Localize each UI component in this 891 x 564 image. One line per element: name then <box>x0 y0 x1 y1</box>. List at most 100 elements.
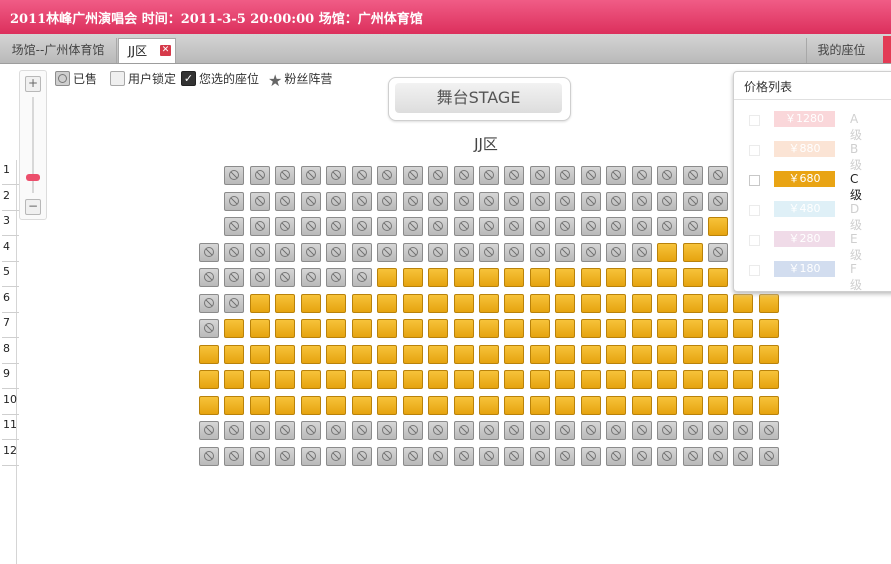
seat-available[interactable] <box>683 396 703 415</box>
seat-available[interactable] <box>657 396 677 415</box>
seat-available[interactable] <box>733 396 753 415</box>
seat-available[interactable] <box>504 294 524 313</box>
zoom-out-button[interactable]: − <box>25 199 41 215</box>
price-checkbox[interactable] <box>749 115 760 126</box>
seat-available[interactable] <box>530 396 550 415</box>
seat-available[interactable] <box>708 396 728 415</box>
seat-available[interactable] <box>683 370 703 389</box>
seat-available[interactable] <box>759 396 779 415</box>
seat-available[interactable] <box>606 294 626 313</box>
seat-available[interactable] <box>632 319 652 338</box>
seat-available[interactable] <box>454 345 474 364</box>
seat-available[interactable] <box>555 319 575 338</box>
seat-available[interactable] <box>708 217 728 236</box>
price-checkbox[interactable] <box>749 235 760 246</box>
seat-available[interactable] <box>555 345 575 364</box>
seat-available[interactable] <box>683 319 703 338</box>
seat-available[interactable] <box>479 294 499 313</box>
seat-available[interactable] <box>530 268 550 287</box>
seat-available[interactable] <box>428 345 448 364</box>
seat-available[interactable] <box>632 294 652 313</box>
seat-available[interactable] <box>683 243 703 262</box>
seat-available[interactable] <box>301 319 321 338</box>
seat-available[interactable] <box>759 294 779 313</box>
seat-available[interactable] <box>275 319 295 338</box>
seat-available[interactable] <box>657 370 677 389</box>
seat-available[interactable] <box>377 294 397 313</box>
seat-available[interactable] <box>581 345 601 364</box>
seat-available[interactable] <box>250 396 270 415</box>
seat-available[interactable] <box>275 294 295 313</box>
seat-available[interactable] <box>250 370 270 389</box>
seat-available[interactable] <box>326 396 346 415</box>
seat-available[interactable] <box>708 370 728 389</box>
seat-available[interactable] <box>759 345 779 364</box>
seat-available[interactable] <box>454 396 474 415</box>
seat-available[interactable] <box>275 370 295 389</box>
seat-available[interactable] <box>759 370 779 389</box>
seat-available[interactable] <box>708 319 728 338</box>
seat-available[interactable] <box>250 294 270 313</box>
seat-available[interactable] <box>352 345 372 364</box>
tab-zone-jj[interactable]: JJ区 ✕ <box>118 38 176 63</box>
price-checkbox[interactable] <box>749 265 760 276</box>
close-icon[interactable]: ✕ <box>160 45 171 56</box>
seat-available[interactable] <box>708 345 728 364</box>
seat-available[interactable] <box>759 319 779 338</box>
seat-available[interactable] <box>581 396 601 415</box>
seat-available[interactable] <box>657 319 677 338</box>
seat-available[interactable] <box>224 345 244 364</box>
seat-available[interactable] <box>224 396 244 415</box>
seat-available[interactable] <box>352 319 372 338</box>
price-checkbox[interactable] <box>749 175 760 186</box>
seat-available[interactable] <box>301 396 321 415</box>
seat-available[interactable] <box>403 294 423 313</box>
seat-available[interactable] <box>581 370 601 389</box>
seat-available[interactable] <box>428 319 448 338</box>
seat-available[interactable] <box>657 345 677 364</box>
seat-available[interactable] <box>454 370 474 389</box>
seat-available[interactable] <box>199 345 219 364</box>
seat-available[interactable] <box>403 268 423 287</box>
seat-available[interactable] <box>555 370 575 389</box>
seat-available[interactable] <box>606 268 626 287</box>
seat-available[interactable] <box>250 345 270 364</box>
seat-available[interactable] <box>454 294 474 313</box>
seat-available[interactable] <box>504 319 524 338</box>
seat-available[interactable] <box>199 396 219 415</box>
seat-available[interactable] <box>428 268 448 287</box>
seat-available[interactable] <box>224 370 244 389</box>
seat-available[interactable] <box>250 319 270 338</box>
seat-available[interactable] <box>403 396 423 415</box>
seat-available[interactable] <box>708 268 728 287</box>
seat-available[interactable] <box>326 370 346 389</box>
seat-available[interactable] <box>301 294 321 313</box>
seat-available[interactable] <box>555 268 575 287</box>
seat-available[interactable] <box>606 319 626 338</box>
seat-available[interactable] <box>581 319 601 338</box>
seat-available[interactable] <box>428 396 448 415</box>
seat-available[interactable] <box>606 370 626 389</box>
seat-available[interactable] <box>606 345 626 364</box>
zoom-slider-handle[interactable] <box>26 174 40 181</box>
seat-available[interactable] <box>479 396 499 415</box>
tab-my-seats[interactable]: 我的座位 <box>806 38 876 63</box>
seat-available[interactable] <box>581 268 601 287</box>
seat-available[interactable] <box>454 268 474 287</box>
seat-available[interactable] <box>683 268 703 287</box>
seat-available[interactable] <box>377 370 397 389</box>
seat-available[interactable] <box>377 319 397 338</box>
seat-available[interactable] <box>377 345 397 364</box>
seat-available[interactable] <box>657 268 677 287</box>
seat-available[interactable] <box>683 294 703 313</box>
seat-available[interactable] <box>657 243 677 262</box>
seat-available[interactable] <box>326 319 346 338</box>
seat-available[interactable] <box>377 268 397 287</box>
seat-available[interactable] <box>632 345 652 364</box>
seat-available[interactable] <box>530 319 550 338</box>
seat-available[interactable] <box>733 370 753 389</box>
seat-available[interactable] <box>606 396 626 415</box>
seat-available[interactable] <box>657 294 677 313</box>
seat-available[interactable] <box>428 294 448 313</box>
seat-available[interactable] <box>377 396 397 415</box>
